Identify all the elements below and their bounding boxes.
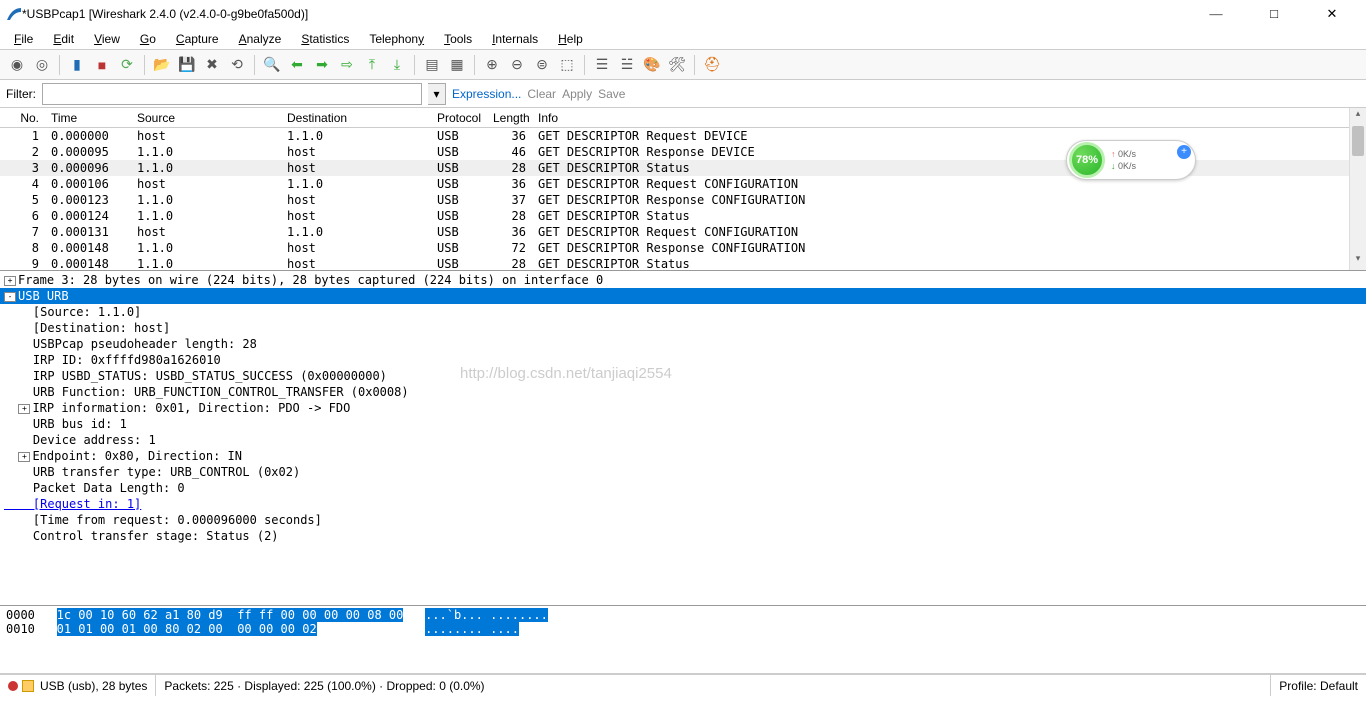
options-icon[interactable]: ◎: [31, 54, 53, 76]
speed-percent-circle: 78%: [1069, 142, 1105, 178]
zoom-out-icon[interactable]: ⊖: [506, 54, 528, 76]
zoom-reset-icon[interactable]: ⊜: [531, 54, 553, 76]
maximize-button[interactable]: □: [1254, 6, 1294, 22]
detail-usb-urb[interactable]: -USB URB: [0, 288, 1366, 304]
restart-capture-icon[interactable]: ⟳: [116, 54, 138, 76]
packet-details-pane[interactable]: +Frame 3: 28 bytes on wire (224 bits), 2…: [0, 271, 1366, 606]
menu-telephony[interactable]: Telephony: [361, 30, 432, 48]
colorize-icon[interactable]: ▦: [446, 54, 468, 76]
widget-plus-icon[interactable]: +: [1177, 145, 1191, 159]
go-back-icon[interactable]: ⬅: [286, 54, 308, 76]
prefs-icon[interactable]: 🛠: [666, 54, 688, 76]
filter-dropdown[interactable]: ▾: [428, 83, 446, 105]
zoom-in-icon[interactable]: ⊕: [481, 54, 503, 76]
toolbar: ◉ ◎ ▮ ■ ⟳ 📂 💾 ✖ ⟲ 🔍 ⬅ ➡ ⇨ ⤒ ⤓ ▤ ▦ ⊕ ⊖ ⊜ …: [0, 50, 1366, 80]
titlebar: *USBPcap1 [Wireshark 2.4.0 (v2.4.0-0-g9b…: [0, 0, 1366, 28]
wireshark-icon: [6, 6, 22, 22]
menubar: File Edit View Go Capture Analyze Statis…: [0, 28, 1366, 50]
hex-pane[interactable]: 0000 1c 00 10 60 62 a1 80 d9 ff ff 00 00…: [0, 606, 1366, 674]
col-header-time[interactable]: Time: [45, 110, 131, 126]
packet-row[interactable]: 70.000131host1.1.0USB36GET DESCRIPTOR Re…: [0, 224, 1366, 240]
autoscroll-icon[interactable]: ▤: [421, 54, 443, 76]
display-filters-icon[interactable]: ☱: [616, 54, 638, 76]
packet-row[interactable]: 60.0001241.1.0hostUSB28GET DESCRIPTOR St…: [0, 208, 1366, 224]
col-header-protocol[interactable]: Protocol: [431, 110, 487, 126]
packet-list-header[interactable]: No. Time Source Destination Protocol Len…: [0, 108, 1366, 128]
filter-label: Filter:: [6, 87, 36, 101]
detail-line[interactable]: URB bus id: 1: [0, 416, 1366, 432]
detail-line[interactable]: Device address: 1: [0, 432, 1366, 448]
filter-save[interactable]: Save: [598, 87, 625, 101]
interfaces-icon[interactable]: ◉: [6, 54, 28, 76]
menu-edit[interactable]: Edit: [45, 30, 82, 48]
menu-capture[interactable]: Capture: [168, 30, 227, 48]
detail-line[interactable]: [Time from request: 0.000096000 seconds]: [0, 512, 1366, 528]
col-header-destination[interactable]: Destination: [281, 110, 431, 126]
expert-info-icon[interactable]: [8, 681, 18, 691]
status-profile[interactable]: Profile: Default: [1271, 675, 1366, 696]
packet-row[interactable]: 90.0001481.1.0hostUSB28GET DESCRIPTOR St…: [0, 256, 1366, 271]
filter-clear[interactable]: Clear: [527, 87, 556, 101]
speed-rates: 0K/s 0K/s: [1111, 148, 1136, 172]
close-button[interactable]: ✕: [1312, 6, 1352, 22]
help-icon[interactable]: ⛑: [701, 54, 723, 76]
packet-list-pane[interactable]: No. Time Source Destination Protocol Len…: [0, 108, 1366, 271]
packet-row[interactable]: 80.0001481.1.0hostUSB72GET DESCRIPTOR Re…: [0, 240, 1366, 256]
capture-filters-icon[interactable]: ☰: [591, 54, 613, 76]
hex-row-0[interactable]: 0000 1c 00 10 60 62 a1 80 d9 ff ff 00 00…: [6, 608, 1360, 622]
coloring-rules-icon[interactable]: 🎨: [641, 54, 663, 76]
filter-bar: Filter: ▾ Expression... Clear Apply Save: [0, 80, 1366, 108]
menu-help[interactable]: Help: [550, 30, 591, 48]
statusbar: USB (usb), 28 bytes Packets: 225 · Displ…: [0, 674, 1366, 696]
status-mid: Packets: 225 · Displayed: 225 (100.0%) ·…: [156, 675, 1271, 696]
filter-apply[interactable]: Apply: [562, 87, 592, 101]
menu-internals[interactable]: Internals: [484, 30, 546, 48]
menu-statistics[interactable]: Statistics: [293, 30, 357, 48]
packet-list-scrollbar[interactable]: ▴ ▾: [1349, 108, 1366, 270]
go-to-icon[interactable]: ⇨: [336, 54, 358, 76]
col-header-length[interactable]: Length: [487, 110, 532, 126]
open-icon[interactable]: 📂: [151, 54, 173, 76]
menu-go[interactable]: Go: [132, 30, 164, 48]
menu-analyze[interactable]: Analyze: [231, 30, 290, 48]
col-header-source[interactable]: Source: [131, 110, 281, 126]
detail-irp-info[interactable]: +IRP information: 0x01, Direction: PDO -…: [0, 400, 1366, 416]
status-left: USB (usb), 28 bytes: [0, 675, 156, 696]
annotation-icon[interactable]: [22, 680, 34, 692]
packet-row[interactable]: 50.0001231.1.0hostUSB37GET DESCRIPTOR Re…: [0, 192, 1366, 208]
start-capture-icon[interactable]: ▮: [66, 54, 88, 76]
detail-line[interactable]: Packet Data Length: 0: [0, 480, 1366, 496]
detail-line[interactable]: USBPcap pseudoheader length: 28: [0, 336, 1366, 352]
minimize-button[interactable]: —: [1196, 6, 1236, 22]
menu-file[interactable]: File: [6, 30, 41, 48]
filter-expression[interactable]: Expression...: [452, 87, 521, 101]
resize-cols-icon[interactable]: ⬚: [556, 54, 578, 76]
detail-line[interactable]: IRP USBD_STATUS: USBD_STATUS_SUCCESS (0x…: [0, 368, 1366, 384]
filter-input[interactable]: [42, 83, 422, 105]
col-header-no[interactable]: No.: [0, 110, 45, 126]
menu-tools[interactable]: Tools: [436, 30, 480, 48]
detail-line[interactable]: [Destination: host]: [0, 320, 1366, 336]
window-title: *USBPcap1 [Wireshark 2.4.0 (v2.4.0-0-g9b…: [22, 7, 1196, 21]
detail-line[interactable]: URB Function: URB_FUNCTION_CONTROL_TRANS…: [0, 384, 1366, 400]
detail-line[interactable]: Control transfer stage: Status (2): [0, 528, 1366, 544]
save-icon[interactable]: 💾: [176, 54, 198, 76]
detail-request-in[interactable]: [Request in: 1]: [0, 496, 1366, 512]
find-icon[interactable]: 🔍: [261, 54, 283, 76]
go-last-icon[interactable]: ⤓: [386, 54, 408, 76]
detail-line[interactable]: [Source: 1.1.0]: [0, 304, 1366, 320]
detail-frame[interactable]: +Frame 3: 28 bytes on wire (224 bits), 2…: [0, 272, 1366, 288]
network-speed-widget[interactable]: 78% 0K/s 0K/s +: [1066, 140, 1196, 180]
detail-line[interactable]: IRP ID: 0xffffd980a1626010: [0, 352, 1366, 368]
stop-capture-icon[interactable]: ■: [91, 54, 113, 76]
detail-line[interactable]: URB transfer type: URB_CONTROL (0x02): [0, 464, 1366, 480]
menu-view[interactable]: View: [86, 30, 128, 48]
col-header-info[interactable]: Info: [532, 110, 1366, 126]
hex-row-1[interactable]: 0010 01 01 00 01 00 80 02 00 00 00 00 02…: [6, 622, 1360, 636]
reload-icon[interactable]: ⟲: [226, 54, 248, 76]
close-capture-icon[interactable]: ✖: [201, 54, 223, 76]
go-forward-icon[interactable]: ➡: [311, 54, 333, 76]
detail-endpoint[interactable]: +Endpoint: 0x80, Direction: IN: [0, 448, 1366, 464]
go-first-icon[interactable]: ⤒: [361, 54, 383, 76]
